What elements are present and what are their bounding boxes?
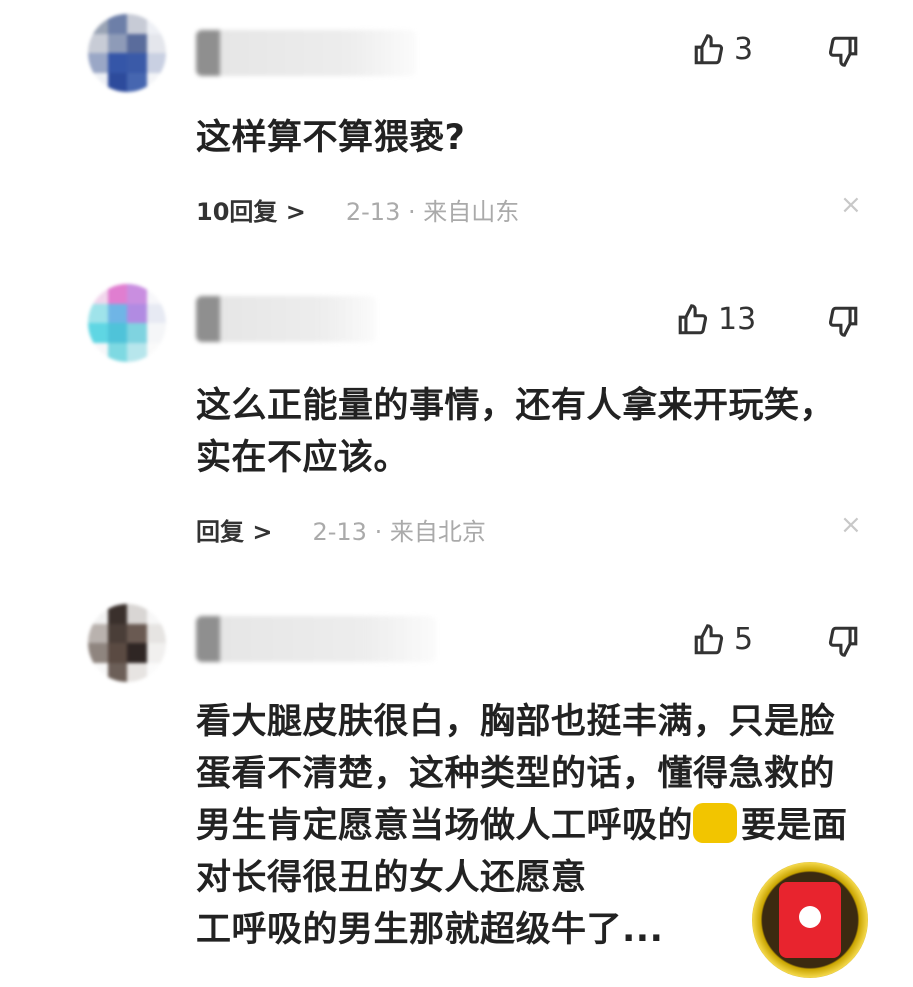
thumbs-down-icon xyxy=(828,36,858,67)
comment-meta: 10回复 > 2-13 · 来自山东 xyxy=(196,192,519,227)
comment-text: 这样算不算猥亵? xyxy=(196,118,466,158)
dislike-button[interactable] xyxy=(826,304,860,342)
comment-text-part: 工呼吸的男生那就超级牛了... xyxy=(196,910,664,950)
close-icon[interactable]: × xyxy=(840,190,862,220)
like-count: 13 xyxy=(718,302,757,337)
comment-date-location: 2-13 · 来自山东 xyxy=(345,198,520,226)
like-button[interactable]: 3 xyxy=(692,32,753,67)
comment-text: 这么正能量的事情，还有人拿来开玩笑，实在不应该。 xyxy=(196,386,836,478)
reply-button[interactable]: 回复 > xyxy=(196,512,272,547)
thumbs-up-icon xyxy=(694,623,724,654)
red-packet-icon xyxy=(779,882,841,958)
like-count: 3 xyxy=(734,32,754,67)
red-packet-button[interactable] xyxy=(752,862,868,978)
username-blurred[interactable] xyxy=(196,30,416,76)
comment-date-location: 2-13 · 来自北京 xyxy=(312,518,486,546)
comment-text-part: 看大腿皮肤很白，胸部也挺丰满，只是脸蛋看不清楚，这种类型的话，懂得急救的男生肯定… xyxy=(196,702,836,846)
thumbs-down-icon xyxy=(828,626,858,657)
thumbs-up-icon xyxy=(678,303,708,334)
thumbs-down-icon xyxy=(828,306,858,337)
like-button[interactable]: 13 xyxy=(676,302,756,337)
thumbs-up-icon xyxy=(694,33,724,64)
comment-meta: 回复 > 2-13 · 来自北京 xyxy=(196,512,486,547)
avatar[interactable] xyxy=(88,284,166,362)
reply-button[interactable]: 10回复 > xyxy=(196,192,306,227)
username-blurred[interactable] xyxy=(196,296,376,342)
avatar[interactable] xyxy=(88,14,166,92)
dislike-button[interactable] xyxy=(826,34,860,72)
username-blurred[interactable] xyxy=(196,616,436,662)
like-button[interactable]: 5 xyxy=(692,622,753,657)
dislike-button[interactable] xyxy=(826,624,860,662)
emoji-icon xyxy=(693,803,738,843)
like-count: 5 xyxy=(734,622,754,657)
avatar[interactable] xyxy=(88,604,166,682)
close-icon[interactable]: × xyxy=(840,510,862,540)
